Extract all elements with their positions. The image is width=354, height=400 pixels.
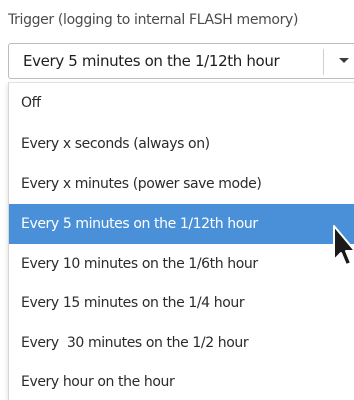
- trigger-select-value: Every 5 minutes on the 1/12th hour: [23, 52, 280, 70]
- option-every-x-minutes[interactable]: Every x minutes (power save mode): [9, 164, 354, 204]
- trigger-label: Trigger (logging to internal FLASH memor…: [8, 12, 299, 28]
- option-every-hour[interactable]: Every hour on the hour: [9, 362, 354, 400]
- option-every-30-minutes[interactable]: Every 30 minutes on the 1/2 hour: [9, 323, 354, 363]
- chevron-down-icon[interactable]: [333, 44, 354, 78]
- trigger-select[interactable]: Every 5 minutes on the 1/12th hour: [8, 43, 354, 79]
- option-off[interactable]: Off: [9, 83, 354, 123]
- mouse-pointer-icon: [333, 225, 354, 266]
- option-every-x-seconds[interactable]: Every x seconds (always on): [9, 124, 354, 164]
- select-divider: [323, 49, 324, 75]
- trigger-dropdown-list: Off Every x seconds (always on) Every x …: [8, 82, 354, 400]
- option-every-5-minutes[interactable]: Every 5 minutes on the 1/12th hour: [9, 204, 354, 244]
- option-every-10-minutes[interactable]: Every 10 minutes on the 1/6th hour: [9, 244, 354, 284]
- option-every-15-minutes[interactable]: Every 15 minutes on the 1/4 hour: [9, 283, 354, 323]
